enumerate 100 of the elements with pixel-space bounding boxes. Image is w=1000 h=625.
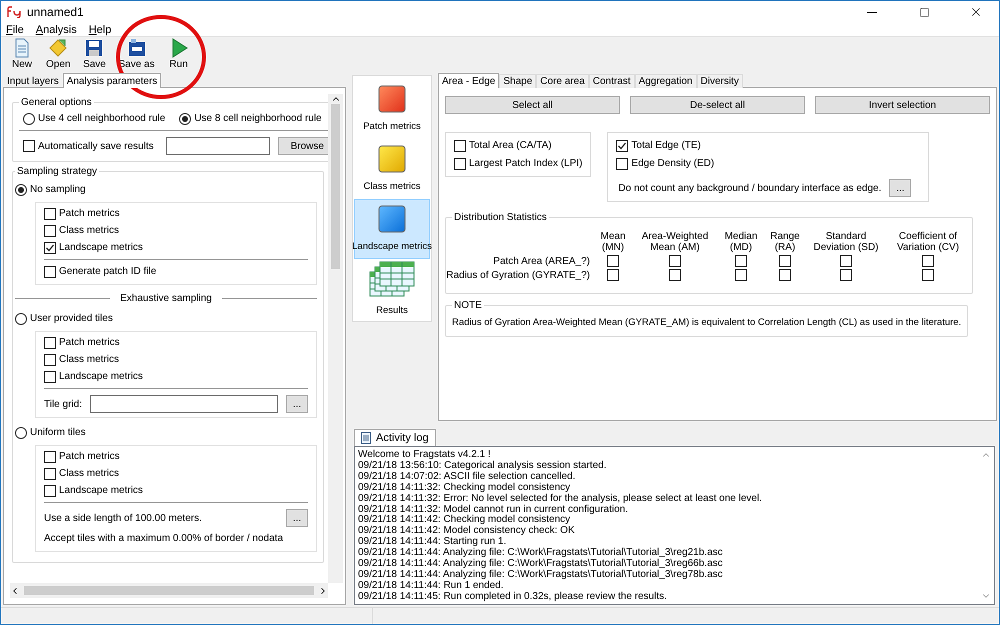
- tab[interactable]: Activity log: [354, 429, 436, 446]
- level-item[interactable]: Landscape metrics: [354, 198, 430, 259]
- group-title: NOTE: [453, 300, 483, 311]
- checkbox[interactable]: [735, 269, 747, 281]
- checkbox[interactable]: [735, 255, 747, 267]
- patch-square-icon: [378, 84, 406, 113]
- checkbox[interactable]: Edge Density (ED): [616, 158, 714, 170]
- tab[interactable]: Shape: [499, 74, 536, 88]
- log-line: 09/21/18 13:56:10: Categorical analysis session started.: [358, 460, 608, 472]
- menu-item[interactable]: Help: [88, 24, 112, 36]
- row-label: Radius of Gyration (GYRATE_?): [446, 270, 590, 280]
- checkbox[interactable]: Largest Patch Index (LPI): [454, 158, 582, 170]
- checkbox[interactable]: Landscape metrics: [44, 484, 143, 496]
- tab[interactable]: Analysis parameters: [62, 73, 162, 88]
- checkbox[interactable]: Landscape metrics: [44, 370, 143, 382]
- field-label: Tile grid:: [44, 398, 82, 410]
- browse-button[interactable]: Browse: [278, 137, 328, 155]
- group-title: General options: [20, 97, 93, 108]
- menu-item[interactable]: Analysis: [36, 24, 77, 36]
- horizontal-scrollbar[interactable]: [10, 583, 328, 598]
- note-text: Radius of Gyration Area-Weighted Mean (GYRATE_AM) is equivalent to Correlation Length (CL) as used in the literature.: [452, 317, 962, 328]
- tab[interactable]: Area - Edge: [438, 73, 500, 88]
- tab[interactable]: Core area: [536, 74, 589, 88]
- column-header: Coefficient of Variation (CV): [896, 231, 960, 253]
- radio-button[interactable]: Use 4 cell neighborhood rule: [23, 112, 166, 124]
- tab[interactable]: Diversity: [696, 74, 743, 88]
- checkbox[interactable]: Total Edge (TE): [616, 140, 701, 152]
- edge-option-text: Do not count any background / boundary interface as edge.: [618, 182, 882, 194]
- checkbox[interactable]: Patch metrics: [44, 450, 120, 462]
- column-header: Median (MD): [724, 231, 758, 253]
- log-line: 09/21/18 14:11:44: Starting run 1.: [358, 537, 508, 548]
- scrollbar-thumb[interactable]: [331, 104, 340, 269]
- log-line: Welcome to Fragstats v4.2.1 !: [358, 450, 492, 460]
- radio-button[interactable]: No sampling: [15, 184, 86, 196]
- settings-button[interactable]: ...: [286, 509, 308, 527]
- checkbox[interactable]: [840, 255, 852, 267]
- table-stack-icon: [369, 261, 415, 298]
- menu-item[interactable]: File: [6, 24, 24, 36]
- radio-button[interactable]: Uniform tiles: [15, 426, 86, 438]
- checkbox[interactable]: [607, 255, 619, 267]
- document-icon: [361, 432, 371, 444]
- log-line: 09/21/18 14:11:44: Analyzing file: C:\Work\Fragstats\Tutorial\Tutorial_3\reg78b.asc: [358, 570, 724, 580]
- toolbar-button[interactable]: Open: [43, 38, 74, 70]
- floppy-disk-icon: [126, 38, 147, 58]
- level-item[interactable]: Class metrics: [354, 138, 430, 198]
- checkmark-icon: [617, 140, 628, 150]
- landscape-square-icon: [378, 205, 406, 234]
- vertical-scrollbar[interactable]: [328, 94, 343, 583]
- app-logo-icon: [7, 6, 21, 18]
- checkbox[interactable]: Total Area (CA/TA): [454, 140, 552, 152]
- log-line: 09/21/18 14:11:44: Analyzing file: C:\Work\Fragstats\Tutorial\Tutorial_3\reg66b.asc: [358, 559, 724, 570]
- window-title: unnamed1: [27, 5, 85, 19]
- checkbox[interactable]: Class metrics: [44, 468, 120, 480]
- checkbox[interactable]: Class metrics: [44, 224, 120, 236]
- checkbox[interactable]: [779, 255, 791, 267]
- checkbox[interactable]: [607, 269, 619, 281]
- checkbox[interactable]: [922, 255, 934, 267]
- level-item[interactable]: Patch metrics: [354, 78, 430, 138]
- column-header: Mean (MN): [600, 231, 626, 253]
- checkbox[interactable]: Generate patch ID file: [44, 266, 156, 278]
- log-line: 09/21/18 14:11:42: Model consistency check: OK: [358, 526, 576, 536]
- selection-button[interactable]: De-select all: [630, 96, 805, 114]
- selection-button[interactable]: Invert selection: [815, 96, 990, 114]
- row-label: Patch Area (AREA_?): [493, 256, 590, 266]
- log-line: 09/21/18 14:11:44: Analyzing file: C:\Work\Fragstats\Tutorial\Tutorial_3\reg21b.asc: [358, 548, 724, 558]
- setting-text: Use a side length of 100.00 meters.: [44, 512, 202, 524]
- radio-button[interactable]: Use 8 cell neighborhood rule: [179, 112, 322, 124]
- group-title: Sampling strategy: [16, 166, 98, 177]
- column-header: Range (RA): [770, 231, 800, 253]
- browse-button[interactable]: ...: [286, 395, 308, 413]
- toolbar-button[interactable]: New: [7, 38, 37, 70]
- checkmark-icon: [45, 242, 55, 252]
- tile-grid-field[interactable]: [90, 395, 278, 413]
- checkbox[interactable]: [922, 269, 934, 281]
- checkbox[interactable]: Landscape metrics: [44, 242, 143, 254]
- level-item[interactable]: Results: [354, 258, 430, 319]
- checkbox[interactable]: Patch metrics: [44, 208, 120, 220]
- checkbox[interactable]: Class metrics: [44, 354, 120, 366]
- log-line: 09/21/18 14:07:02: ASCII file selection cancelled.: [358, 472, 576, 482]
- log-line: 09/21/18 14:11:32: Error: No level selected for the analysis, please select at least one level.: [358, 494, 763, 504]
- checkbox[interactable]: Patch metrics: [44, 336, 120, 348]
- toolbar-button[interactable]: Run: [164, 38, 194, 70]
- checkbox[interactable]: [669, 269, 681, 281]
- checkbox[interactable]: [669, 255, 681, 267]
- checkbox[interactable]: [779, 269, 791, 281]
- log-line: 09/21/18 14:11:42: Checking model consistency: [358, 515, 570, 526]
- log-line: 09/21/18 14:11:32: Checking model consistency: [358, 482, 572, 494]
- file-path-field[interactable]: [166, 137, 270, 155]
- toolbar-button[interactable]: Save: [79, 38, 110, 70]
- radio-button[interactable]: User provided tiles: [15, 312, 113, 324]
- tab[interactable]: Contrast: [588, 74, 635, 88]
- tab[interactable]: Input layers: [3, 74, 63, 88]
- checkbox[interactable]: [840, 269, 852, 281]
- log-line: 09/21/18 14:11:45: Run completed in 0.32s, please review the results.: [358, 592, 668, 603]
- section-heading: Exhaustive sampling: [120, 293, 212, 304]
- selection-button[interactable]: Select all: [445, 96, 620, 114]
- tab[interactable]: Aggregation: [634, 74, 696, 88]
- settings-button[interactable]: ...: [889, 179, 912, 197]
- checkbox[interactable]: Automatically save results: [23, 140, 154, 152]
- maximize-icon: [918, 6, 930, 18]
